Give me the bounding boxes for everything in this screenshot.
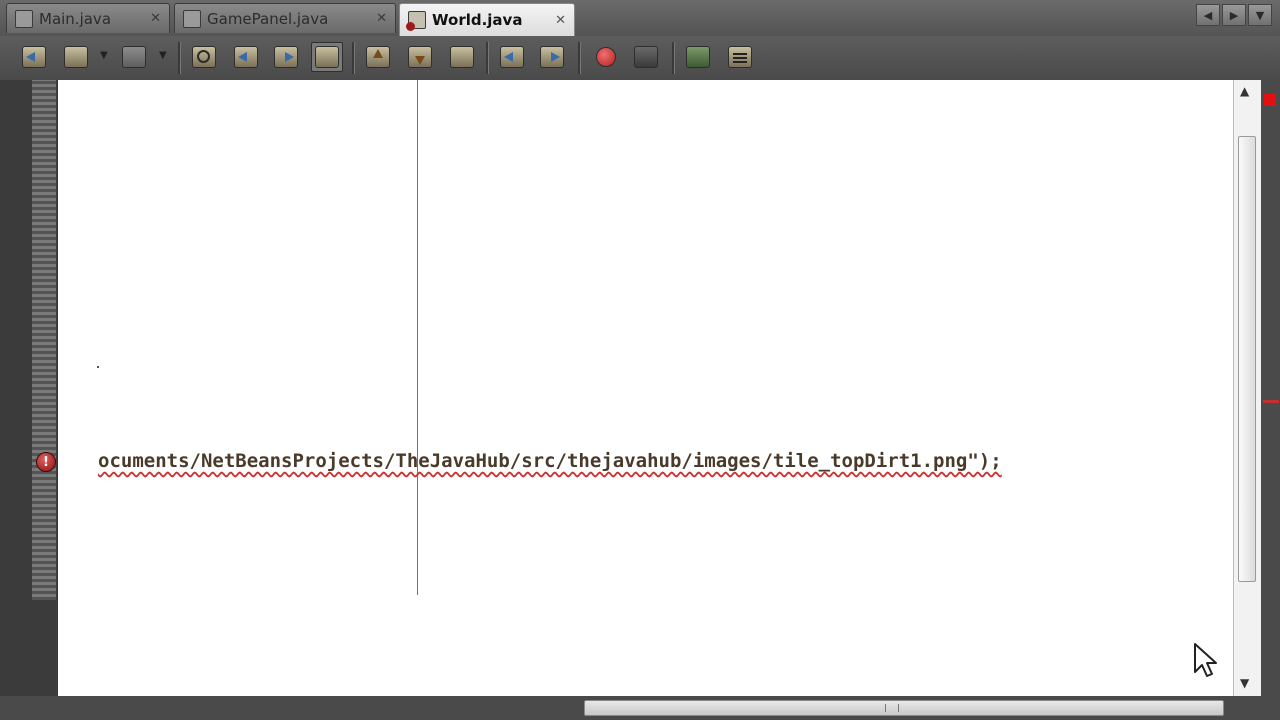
toggle-highlight-icon: [315, 46, 339, 68]
back-history-icon: [22, 46, 46, 68]
scroll-up-icon[interactable]: ▲: [1240, 84, 1249, 98]
tab-label: Main.java: [39, 9, 112, 28]
scroll-tabs-right-button[interactable]: ▶: [1222, 4, 1246, 26]
editor-bottom-bar: [0, 696, 1280, 720]
find-previous-icon: [234, 46, 258, 68]
chevron-down-icon[interactable]: ▼: [100, 50, 108, 61]
scrollbar-grip: [885, 704, 899, 712]
shift-left-icon: [500, 46, 524, 68]
editor-tab-bar: Main.java ✕ GamePanel.java ✕ World.java …: [0, 0, 1280, 36]
toggle-bookmark-icon: [450, 46, 474, 68]
find-selection-button[interactable]: [188, 42, 220, 72]
close-icon[interactable]: ✕: [376, 11, 387, 26]
scrollbar-thumb[interactable]: [1238, 136, 1256, 582]
shift-right-icon: [540, 46, 564, 68]
stop-macro-icon: [634, 46, 658, 68]
toolbar-separator: [178, 42, 181, 74]
code-line-error[interactable]: ocuments/NetBeansProjects/TheJavaHub/src…: [98, 450, 1002, 472]
whitespace-marker: [97, 366, 99, 368]
forward-history-icon: [64, 46, 88, 68]
find-next-button[interactable]: [270, 42, 302, 72]
toggle-highlight-button[interactable]: [311, 42, 343, 72]
error-stripe-mark[interactable]: [1263, 400, 1279, 403]
forward-button[interactable]: [60, 42, 92, 72]
show-opened-documents-button[interactable]: ▼: [1248, 4, 1272, 26]
java-file-icon: [15, 9, 33, 28]
previous-bookmark-icon: [366, 46, 390, 68]
error-stripe: [1261, 80, 1280, 696]
close-icon[interactable]: ✕: [555, 13, 566, 28]
horizontal-scrollbar[interactable]: [584, 700, 1224, 716]
error-status-icon[interactable]: [1264, 94, 1276, 106]
editor-toolbar: ▼ ▼: [0, 36, 1280, 80]
scroll-down-icon[interactable]: ▼: [1240, 676, 1249, 690]
last-edit-icon: [122, 46, 146, 68]
stop-macro-button[interactable]: [630, 42, 662, 72]
find-selection-icon: [192, 46, 216, 68]
vertical-scrollbar[interactable]: ▲ ▼: [1233, 80, 1261, 696]
editor-gutter: [0, 80, 58, 720]
previous-bookmark-button[interactable]: [362, 42, 394, 72]
find-next-icon: [274, 46, 298, 68]
toggle-bookmark-button[interactable]: [446, 42, 478, 72]
last-edit-button[interactable]: [118, 42, 150, 72]
tab-gamepanel-java[interactable]: GamePanel.java ✕: [174, 3, 396, 33]
tab-world-java[interactable]: World.java ✕: [399, 3, 575, 36]
right-margin-line: [417, 80, 418, 595]
uncomment-button[interactable]: [724, 42, 756, 72]
code-editor[interactable]: ocuments/NetBeansProjects/TheJavaHub/src…: [58, 80, 1233, 696]
toolbar-separator: [352, 42, 355, 74]
line-numbers: [32, 80, 56, 600]
close-icon[interactable]: ✕: [150, 11, 161, 26]
chevron-down-icon[interactable]: ▼: [159, 50, 167, 61]
next-bookmark-button[interactable]: [404, 42, 436, 72]
comment-button[interactable]: [682, 42, 714, 72]
toolbar-separator: [578, 42, 581, 74]
toolbar-separator: [486, 42, 489, 74]
java-file-error-icon: [406, 11, 426, 31]
scroll-tabs-left-button[interactable]: ◀: [1196, 4, 1220, 26]
window-controls: ◀ ▶ ▼: [1196, 4, 1272, 26]
start-macro-icon: [596, 47, 616, 67]
error-annotation-icon[interactable]: !: [36, 452, 56, 472]
toolbar-separator: [672, 42, 675, 74]
mouse-cursor-icon: [1194, 643, 1217, 677]
tab-label: GamePanel.java: [207, 9, 329, 28]
find-previous-button[interactable]: [230, 42, 262, 72]
tab-main-java[interactable]: Main.java ✕: [6, 3, 170, 33]
uncomment-icon: [728, 46, 752, 68]
start-macro-button[interactable]: [590, 42, 622, 72]
back-button[interactable]: [18, 42, 50, 72]
java-file-icon: [183, 9, 201, 28]
shift-right-button[interactable]: [536, 42, 568, 72]
tab-label: World.java: [432, 11, 523, 29]
comment-icon: [686, 46, 710, 68]
shift-left-button[interactable]: [496, 42, 528, 72]
next-bookmark-icon: [408, 46, 432, 68]
